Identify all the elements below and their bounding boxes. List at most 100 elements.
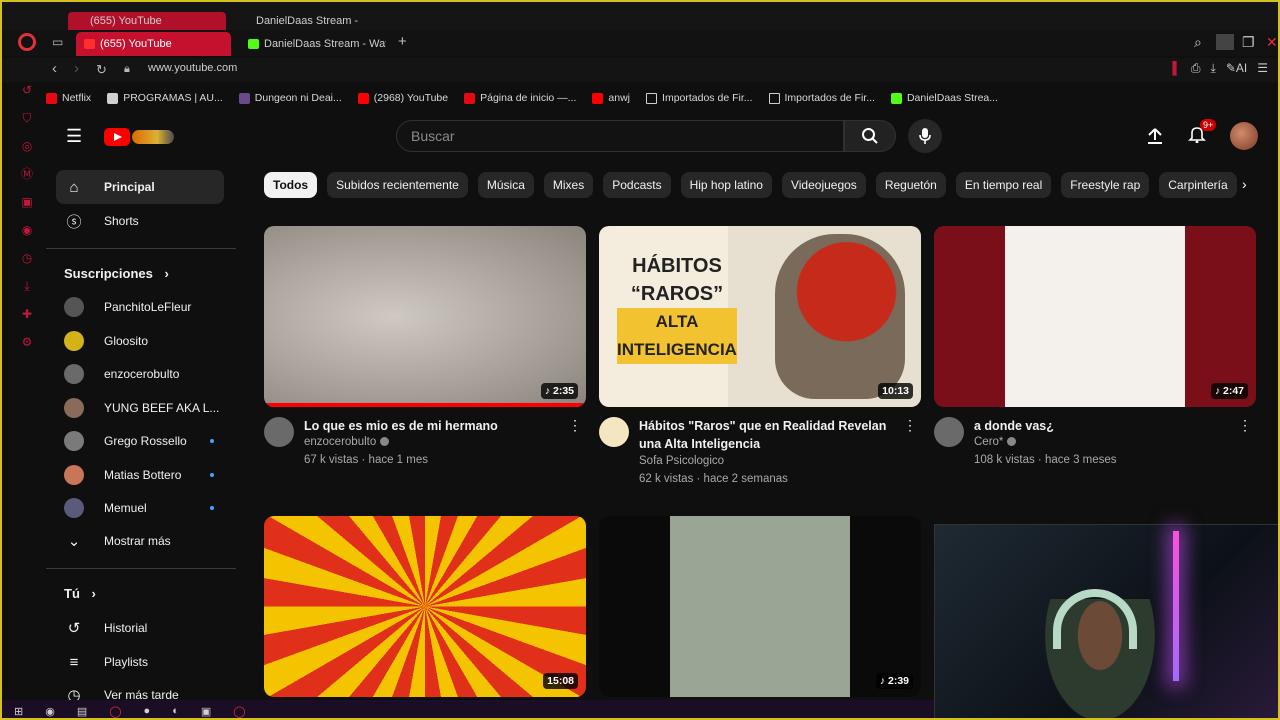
tab-kick-stream[interactable]: DanielDaas Stream - Watc bbox=[240, 32, 386, 56]
rail-clock-icon[interactable]: ◷ bbox=[22, 250, 32, 266]
search-input[interactable] bbox=[397, 121, 843, 151]
video-thumbnail[interactable]: ♪ 2:47 bbox=[934, 226, 1256, 407]
new-tab-plus-icon[interactable]: + bbox=[398, 33, 407, 50]
search-tabs-icon[interactable]: ⌕ bbox=[1194, 34, 1202, 51]
rail-player-icon[interactable]: ◉ bbox=[22, 222, 32, 238]
tab-menu-icon[interactable]: ▭ bbox=[52, 35, 63, 49]
video-thumbnail[interactable]: ♪ 2:39 bbox=[599, 516, 921, 697]
search-button[interactable] bbox=[844, 120, 896, 152]
bookmark-item[interactable]: Página de inicio —... bbox=[464, 92, 576, 104]
filter-chip[interactable]: Subidos recientemente bbox=[327, 172, 468, 198]
forward-icon[interactable]: › bbox=[74, 60, 79, 77]
rail-messenger-icon[interactable]: ◎ bbox=[22, 138, 32, 154]
rail-puzzle-icon[interactable]: ✚ bbox=[22, 306, 32, 322]
bookmark-item[interactable]: Dungeon ni Deai... bbox=[238, 92, 342, 104]
subscription-item[interactable]: PanchitoLeFleur bbox=[56, 290, 224, 324]
subscription-item[interactable]: Matias Bottero bbox=[56, 458, 224, 492]
sidebar-toggle-icon[interactable]: ▌ bbox=[1172, 61, 1181, 76]
filter-chip[interactable]: Videojuegos bbox=[781, 172, 866, 198]
channel-avatar[interactable] bbox=[934, 417, 964, 447]
sidebar-item-historial[interactable]: ↺ Historial bbox=[56, 611, 224, 645]
start-icon[interactable]: ⊞ bbox=[14, 705, 23, 718]
filter-chip[interactable]: En tiempo real bbox=[955, 172, 1052, 198]
voice-search-button[interactable] bbox=[908, 119, 942, 153]
channel-name[interactable]: Sofa Psicologico bbox=[639, 455, 724, 467]
minimize-button[interactable] bbox=[1216, 34, 1234, 50]
subscription-item[interactable]: enzocerobulto bbox=[56, 357, 224, 391]
easy-setup-icon[interactable]: ☰ bbox=[1257, 61, 1268, 76]
bookmark-item[interactable]: PROGRAMAS | AU... bbox=[107, 92, 223, 104]
bookmark-item[interactable]: Importados de Fir... bbox=[768, 92, 875, 104]
subscription-item[interactable]: YUNG BEEF AKA L... bbox=[56, 391, 224, 425]
video-card[interactable]: ♪ 2:35 Lo que es mio es de mi hermano enzo… bbox=[264, 226, 586, 501]
notifications-button[interactable]: 9+ bbox=[1188, 118, 1217, 148]
ai-icon[interactable]: ✎AI bbox=[1226, 61, 1247, 76]
opera-logo-icon[interactable] bbox=[18, 33, 36, 51]
video-card[interactable]: ♪ 2:39 bbox=[599, 516, 921, 697]
taskbar-live-icon[interactable]: ● bbox=[144, 705, 151, 717]
filter-chip[interactable]: Carpintería bbox=[1159, 172, 1237, 198]
show-more-button[interactable]: ⌄ Mostrar más bbox=[56, 524, 224, 558]
tab-youtube[interactable]: (655) YouTube bbox=[76, 32, 231, 56]
bookmark-item[interactable]: anwj bbox=[592, 92, 630, 104]
chips-next-icon[interactable]: › bbox=[1242, 176, 1247, 192]
subscription-item[interactable]: Gloosito bbox=[56, 324, 224, 358]
taskbar-app-icon[interactable]: ◉ bbox=[45, 705, 55, 718]
rail-twitch-icon[interactable]: ▣ bbox=[21, 194, 32, 210]
back-icon[interactable]: ‹ bbox=[52, 60, 57, 77]
you-heading[interactable]: Tú › bbox=[64, 586, 96, 601]
more-options-icon[interactable]: ⋮ bbox=[903, 417, 917, 434]
subscriptions-heading[interactable]: Suscripciones › bbox=[64, 266, 169, 281]
bookmark-item[interactable]: Netflix bbox=[46, 92, 91, 104]
maximize-button[interactable]: ❐ bbox=[1242, 34, 1255, 51]
video-card[interactable]: ♪ 2:47 a donde vas¿ Cero* 108 k vistas · ha… bbox=[934, 226, 1256, 501]
taskbar-opera-icon[interactable]: ◯ bbox=[109, 705, 121, 718]
taskbar-explorer-icon[interactable]: ▤ bbox=[77, 705, 87, 718]
rail-settings-icon[interactable]: ⚙ bbox=[22, 334, 33, 350]
sidebar-item-playlists[interactable]: ≡ Playlists bbox=[56, 645, 224, 679]
filter-chip[interactable]: Reguetón bbox=[875, 172, 946, 198]
filter-chip[interactable]: Hip hop latino bbox=[680, 172, 772, 198]
upload-icon[interactable] bbox=[1146, 127, 1164, 145]
url-field[interactable]: www.youtube.com bbox=[148, 62, 237, 74]
video-card[interactable]: HÁBITOS “RAROS” ALTA INTELIGENCIA 10:13 Hábit… bbox=[599, 226, 921, 501]
filter-chip[interactable]: Podcasts bbox=[603, 172, 671, 198]
channel-name[interactable]: Cero* bbox=[974, 436, 1017, 448]
rail-download-icon[interactable]: ⤓ bbox=[24, 278, 29, 294]
taskbar-firefox-icon[interactable]: ◐ bbox=[172, 705, 179, 717]
subscription-item[interactable]: Memuel bbox=[56, 491, 224, 525]
filter-chip[interactable]: Freestyle rap bbox=[1061, 172, 1150, 198]
filter-chip[interactable]: Música bbox=[477, 172, 534, 198]
video-thumbnail[interactable]: ♪ 2:35 bbox=[264, 226, 586, 407]
rail-history-icon[interactable]: ↺ bbox=[22, 82, 32, 98]
filter-chip[interactable]: Todos bbox=[264, 172, 318, 198]
channel-avatar[interactable] bbox=[264, 417, 294, 447]
sidebar-item-principal[interactable]: ⌂ Principal bbox=[56, 170, 224, 204]
video-thumbnail[interactable]: HÁBITOS “RAROS” ALTA INTELIGENCIA 10:13 bbox=[599, 226, 921, 407]
video-title[interactable]: Hábitos "Raros" que en Realidad Revelan … bbox=[639, 417, 891, 453]
bookmark-item[interactable]: DanielDaas Strea... bbox=[890, 92, 998, 104]
youtube-logo[interactable] bbox=[104, 127, 176, 147]
bookmark-item[interactable]: Importados de Fir... bbox=[646, 92, 753, 104]
more-options-icon[interactable]: ⋮ bbox=[1238, 417, 1252, 434]
account-avatar[interactable] bbox=[1230, 122, 1258, 150]
downloads-icon[interactable]: ⤓ bbox=[1211, 61, 1216, 76]
channel-avatar[interactable] bbox=[599, 417, 629, 447]
video-title[interactable]: Lo que es mio es de mi hermano bbox=[304, 417, 556, 435]
close-button[interactable]: ✕ bbox=[1266, 34, 1278, 51]
video-thumbnail[interactable]: 15:08 bbox=[264, 516, 586, 697]
reload-icon[interactable]: ↻ bbox=[96, 62, 107, 78]
video-card[interactable]: 15:08 bbox=[264, 516, 586, 697]
taskbar-app2-icon[interactable]: ▣ bbox=[201, 705, 211, 718]
taskbar-opera2-icon[interactable]: ◯ bbox=[233, 705, 245, 718]
bookmark-item[interactable]: (2968) YouTube bbox=[357, 92, 448, 104]
channel-name[interactable]: enzocerobulto bbox=[304, 436, 390, 448]
rail-m-icon[interactable]: Ⓜ bbox=[21, 166, 33, 182]
video-title[interactable]: a donde vas¿ bbox=[974, 417, 1226, 435]
menu-icon[interactable]: ☰ bbox=[66, 126, 82, 147]
more-options-icon[interactable]: ⋮ bbox=[568, 417, 582, 434]
rail-bag-icon[interactable]: ⛉ bbox=[22, 110, 31, 126]
filter-chip[interactable]: Mixes bbox=[543, 172, 594, 198]
extensions-icon[interactable]: ⎙ bbox=[1191, 61, 1201, 76]
subscription-item[interactable]: Grego Rossello bbox=[56, 424, 224, 458]
